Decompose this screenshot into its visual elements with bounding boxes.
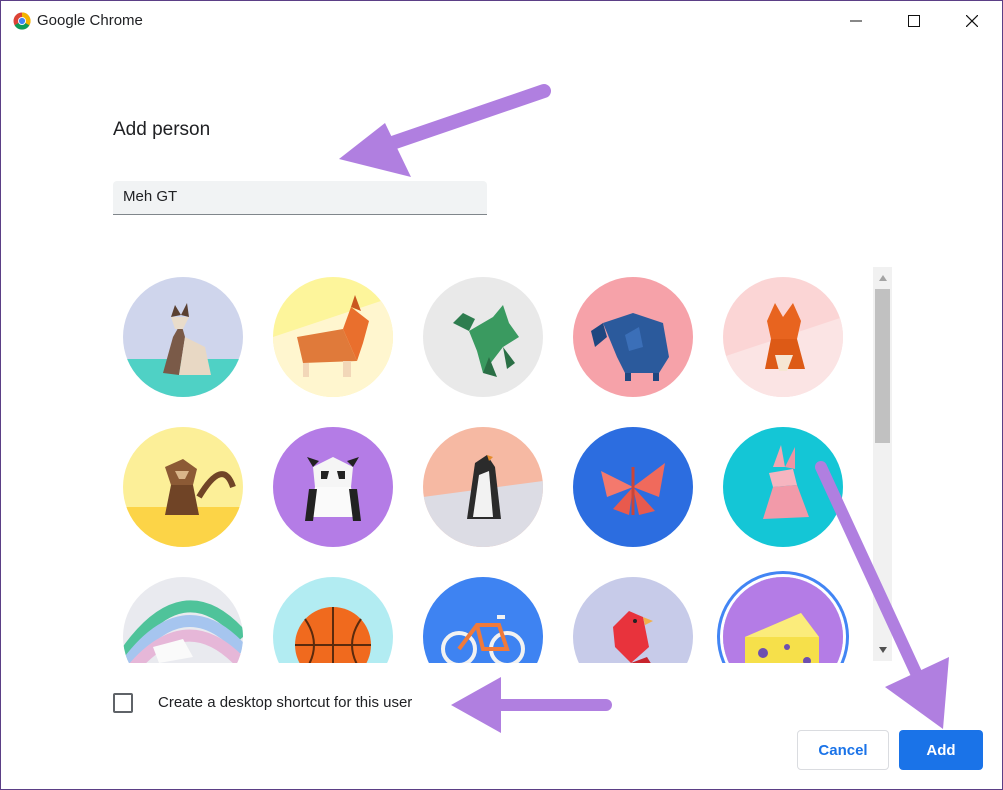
avatar-origami-cat[interactable] [123, 277, 243, 397]
add-button[interactable]: Add [899, 730, 983, 770]
chrome-icon [13, 12, 31, 30]
close-icon [966, 15, 978, 27]
maximize-icon [908, 15, 920, 27]
avatar-cheese[interactable] [723, 577, 843, 663]
minimize-icon [850, 20, 862, 22]
avatar-scrollbar[interactable] [873, 267, 892, 661]
dragon-icon [423, 277, 543, 397]
bicycle-icon [423, 577, 543, 663]
arrow-to-shortcut-checkbox [451, 677, 612, 733]
scroll-up-button[interactable] [873, 269, 892, 287]
shortcut-label: Create a desktop shortcut for this user [158, 694, 413, 711]
close-button[interactable] [943, 1, 1001, 41]
chrome-window: Google Chrome Add person Meh GT Create a… [0, 0, 1003, 790]
scrollbar-thumb[interactable] [875, 289, 890, 443]
unicorn-icon [123, 577, 243, 663]
scroll-down-button[interactable] [873, 641, 892, 659]
monkey-icon [123, 427, 243, 547]
avatar-origami-dragon[interactable] [423, 277, 543, 397]
panda-icon [273, 427, 393, 547]
minimize-button[interactable] [827, 1, 885, 41]
penguin-icon [423, 427, 543, 547]
scroll-up-icon [878, 275, 887, 281]
avatar-origami-unicorn[interactable] [123, 577, 243, 663]
name-field[interactable] [113, 181, 487, 215]
avatar-origami-corgi[interactable] [273, 277, 393, 397]
corgi-icon [273, 277, 393, 397]
cheese-icon [723, 577, 843, 663]
avatar-origami-panda[interactable] [273, 427, 393, 547]
dialog-heading: Add person [113, 119, 211, 140]
avatar-origami-fox[interactable] [723, 277, 843, 397]
bird-icon [573, 577, 693, 663]
shortcut-checkbox[interactable] [113, 693, 133, 713]
avatar-origami-butterfly[interactable] [573, 427, 693, 547]
rabbit-icon [723, 427, 843, 547]
window-title: Google Chrome [37, 12, 143, 29]
avatar-origami-elephant[interactable] [573, 277, 693, 397]
arrow-to-name-field [339, 84, 551, 177]
avatar-origami-rabbit[interactable] [723, 427, 843, 547]
elephant-icon [573, 277, 693, 397]
basketball-icon [273, 577, 393, 663]
avatar-bicycle[interactable] [423, 577, 543, 663]
title-bar: Google Chrome [1, 1, 1002, 41]
avatar-origami-monkey[interactable] [123, 427, 243, 547]
scroll-down-icon [878, 647, 887, 653]
maximize-button[interactable] [885, 1, 943, 41]
avatar-bird[interactable] [573, 577, 693, 663]
fox-icon [723, 277, 843, 397]
butterfly-icon [573, 427, 693, 547]
avatar-grid [113, 267, 873, 663]
cat-icon [123, 277, 243, 397]
name-input[interactable] [123, 188, 463, 205]
avatar-basketball[interactable] [273, 577, 393, 663]
avatar-origami-penguin[interactable] [423, 427, 543, 547]
cancel-button[interactable]: Cancel [797, 730, 889, 770]
